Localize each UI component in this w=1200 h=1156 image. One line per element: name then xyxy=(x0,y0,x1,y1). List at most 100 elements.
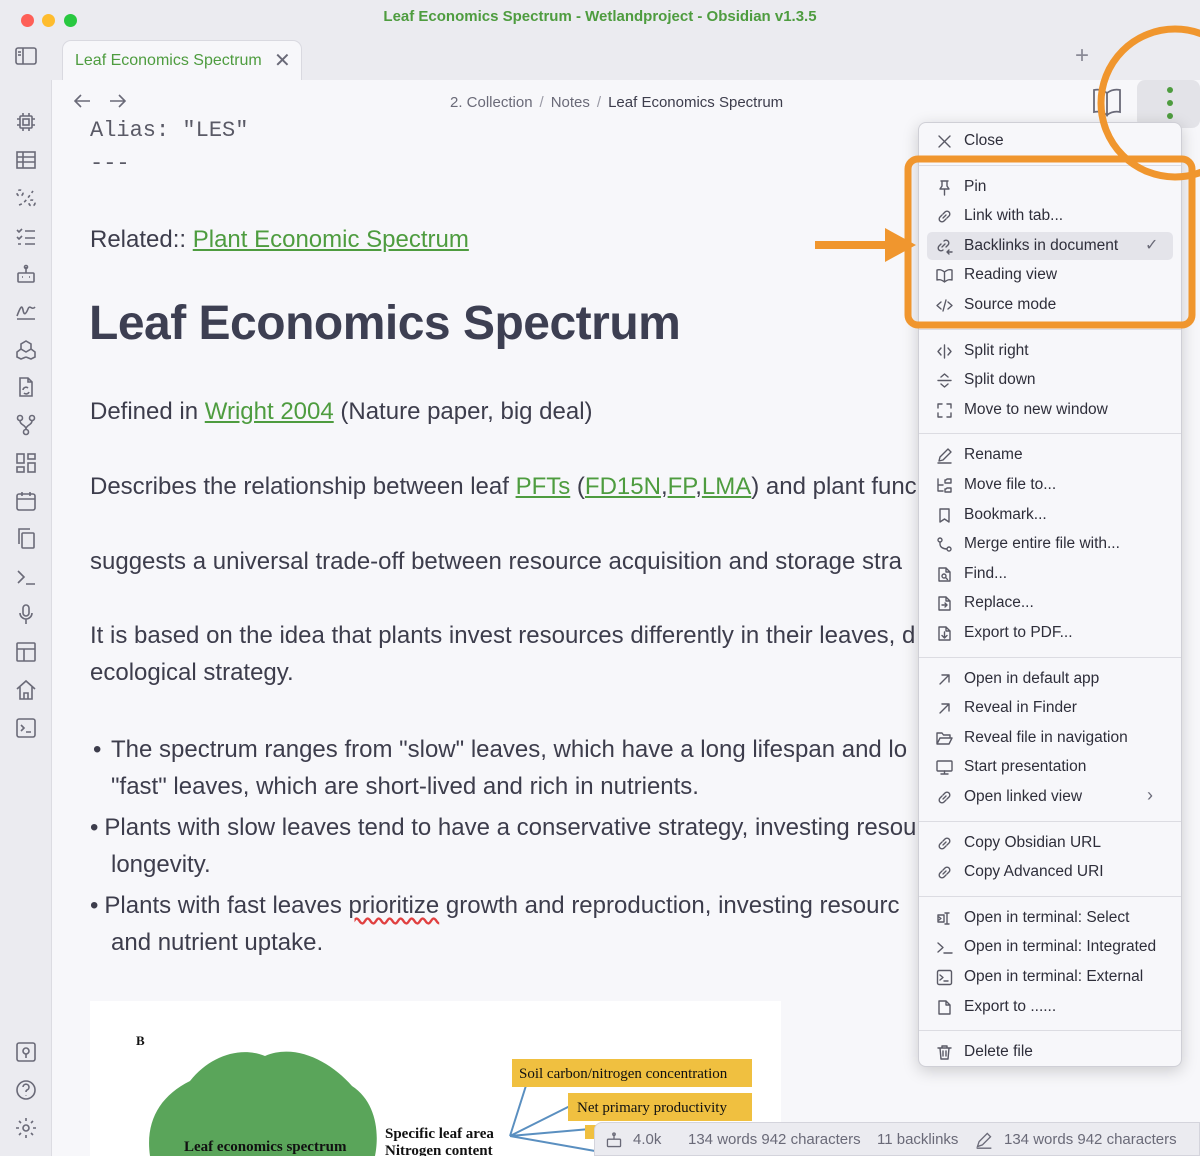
terminal-icon[interactable] xyxy=(15,566,37,588)
bullet-3-cont: and nutrient uptake. xyxy=(111,929,324,956)
help-icon[interactable] xyxy=(15,1079,37,1101)
home-icon[interactable] xyxy=(15,679,37,701)
checkmark-icon: ✓ xyxy=(1145,236,1159,254)
menu-item-source-mode[interactable]: Source mode xyxy=(919,291,1181,319)
menu-item-label: Copy Obsidian URL xyxy=(964,833,1101,851)
title-bar: Leaf Economics Spectrum - Wetlandproject… xyxy=(0,0,1200,36)
menu-item-copy-obsidian-url[interactable]: Copy Obsidian URL xyxy=(919,829,1181,857)
menu-item-open-linked-view[interactable]: Open linked view › xyxy=(919,783,1181,811)
menu-item-label: Link with tab... xyxy=(964,207,1064,225)
new-window-icon xyxy=(937,403,952,418)
merge-icon xyxy=(937,537,952,552)
file-icon xyxy=(938,999,951,1015)
link-icon xyxy=(938,210,951,223)
copy-icon[interactable] xyxy=(15,527,37,549)
tab-close-icon[interactable]: ✕ xyxy=(274,48,291,73)
robot-icon[interactable] xyxy=(605,1131,623,1149)
menu-item-find[interactable]: Find... xyxy=(919,560,1181,588)
forward-arrow-icon[interactable] xyxy=(106,91,128,111)
breadcrumb-item-collection[interactable]: 2. Collection xyxy=(450,94,533,111)
link-icon xyxy=(938,791,951,804)
code-icon xyxy=(936,299,953,312)
breadcrumb-item-notes[interactable]: Notes xyxy=(551,94,590,111)
menu-item-link-with-tab[interactable]: Link with tab... xyxy=(919,202,1181,230)
menu-item-bookmark[interactable]: Bookmark... xyxy=(919,501,1181,529)
figure-box-2: Net primary productivity xyxy=(577,1100,727,1116)
menu-item-move-to-new-window[interactable]: Move to new window xyxy=(919,396,1181,424)
microphone-icon[interactable] xyxy=(15,603,37,625)
signature-icon[interactable] xyxy=(15,299,37,321)
fp-link[interactable]: FP xyxy=(668,473,696,500)
menu-item-label: Source mode xyxy=(964,296,1057,313)
boxes-icon[interactable] xyxy=(15,339,37,361)
table-icon[interactable] xyxy=(15,149,37,171)
new-tab-button[interactable]: + xyxy=(1075,42,1089,70)
menu-item-label: Reveal file in navigation xyxy=(964,728,1128,746)
breadcrumb-item-current: Leaf Economics Spectrum xyxy=(608,94,784,111)
menu-item-delete-file[interactable]: Delete file xyxy=(919,1038,1181,1066)
calendar-icon[interactable] xyxy=(15,490,37,512)
file-replace-icon xyxy=(938,596,951,612)
menu-item-open-in-terminal-integrated[interactable]: Open in terminal: Integrated xyxy=(919,933,1181,961)
tab-leaf-economics-spectrum[interactable]: Leaf Economics Spectrum ✕ xyxy=(62,40,302,80)
menu-item-replace[interactable]: Replace... xyxy=(919,589,1181,617)
more-options-button[interactable] xyxy=(1137,80,1200,128)
terminal-square-icon[interactable] xyxy=(15,717,37,739)
menu-item-rename[interactable]: Rename xyxy=(919,441,1181,469)
related-link[interactable]: Plant Economic Spectrum xyxy=(193,226,469,253)
fd15n-link[interactable]: FD15N xyxy=(585,473,661,500)
menu-item-open-in-terminal-external[interactable]: Open in terminal: External xyxy=(919,963,1181,991)
lma-link[interactable]: LMA xyxy=(702,473,751,500)
arrow-up-right-icon xyxy=(939,673,950,685)
split-down-icon xyxy=(937,373,952,388)
menu-separator xyxy=(919,433,1181,435)
menu-item-copy-advanced-uri[interactable]: Copy Advanced URI xyxy=(919,858,1181,886)
menu-item-split-down[interactable]: Split down xyxy=(919,366,1181,394)
dashed-link-icon[interactable] xyxy=(15,187,37,209)
status-backlinks[interactable]: 11 backlinks xyxy=(877,1131,958,1148)
back-arrow-icon[interactable] xyxy=(72,91,94,111)
bullet-2-cont: longevity. xyxy=(111,851,211,878)
menu-item-export-to-pdf[interactable]: Export to PDF... xyxy=(919,619,1181,647)
menu-item-move-file-to[interactable]: Move file to... xyxy=(919,471,1181,499)
settings-icon[interactable] xyxy=(15,1117,37,1139)
list-checks-icon[interactable] xyxy=(15,225,37,247)
layout-template-icon[interactable] xyxy=(15,641,37,663)
wright-link[interactable]: Wright 2004 xyxy=(205,398,334,425)
robot-icon[interactable] xyxy=(15,263,37,285)
menu-item-export-to[interactable]: Export to ...... xyxy=(919,993,1181,1021)
menu-item-start-presentation[interactable]: Start presentation xyxy=(919,753,1181,781)
menu-item-merge-entire-file-with[interactable]: Merge entire file with... xyxy=(919,530,1181,558)
git-fork-icon[interactable] xyxy=(15,414,37,436)
status-word-count: 134 words 942 characters xyxy=(688,1131,861,1148)
menu-item-label: Split right xyxy=(964,341,1029,359)
pencil-icon[interactable] xyxy=(975,1131,993,1149)
menu-item-pin[interactable]: Pin xyxy=(919,173,1181,201)
menu-item-open-in-terminal-select[interactable]: Open in terminal: Select xyxy=(919,904,1181,932)
file-sync-icon[interactable] xyxy=(15,376,37,398)
menu-separator xyxy=(919,328,1181,330)
breadcrumb: 2. Collection / Notes / Leaf Economics Spect… xyxy=(450,94,784,111)
menu-item-open-in-default-app[interactable]: Open in default app xyxy=(919,665,1181,693)
bullet-1: • The spectrum ranges from "slow" leaves,… xyxy=(93,736,908,763)
menu-item-close[interactable]: Close xyxy=(919,127,1181,155)
spellcheck-word: prioritize xyxy=(348,892,440,919)
menu-item-reading-view[interactable]: Reading view xyxy=(919,261,1181,289)
menu-item-label: Start presentation xyxy=(964,758,1087,776)
menu-item-reveal-file-in-navigation[interactable]: Reveal file in navigation xyxy=(919,724,1181,752)
menu-item-backlinks-in-document[interactable]: Backlinks in document ✓ xyxy=(927,231,1173,260)
vault-icon[interactable] xyxy=(15,1041,37,1063)
chip-icon[interactable] xyxy=(15,111,37,133)
paragraph-defined: Defined in Wright 2004 (Nature paper, bi… xyxy=(90,398,593,425)
menu-item-reveal-in-finder[interactable]: Reveal in Finder xyxy=(919,694,1181,722)
bookmark-icon xyxy=(939,507,950,523)
menu-separator xyxy=(919,820,1181,822)
menu-item-label: Move file to... xyxy=(964,476,1057,493)
menu-item-split-right[interactable]: Split right xyxy=(919,337,1181,365)
pfts-link[interactable]: PFTs xyxy=(516,473,571,500)
sidebar-toggle-icon[interactable] xyxy=(15,46,37,66)
layout-dashboard-icon[interactable] xyxy=(15,452,37,474)
figure-mid-label-2: Nitrogen content xyxy=(385,1143,493,1156)
context-menu: Close Pin Link with tab... Backlinks in doc… xyxy=(918,122,1182,1067)
book-open-icon[interactable] xyxy=(1090,84,1124,118)
